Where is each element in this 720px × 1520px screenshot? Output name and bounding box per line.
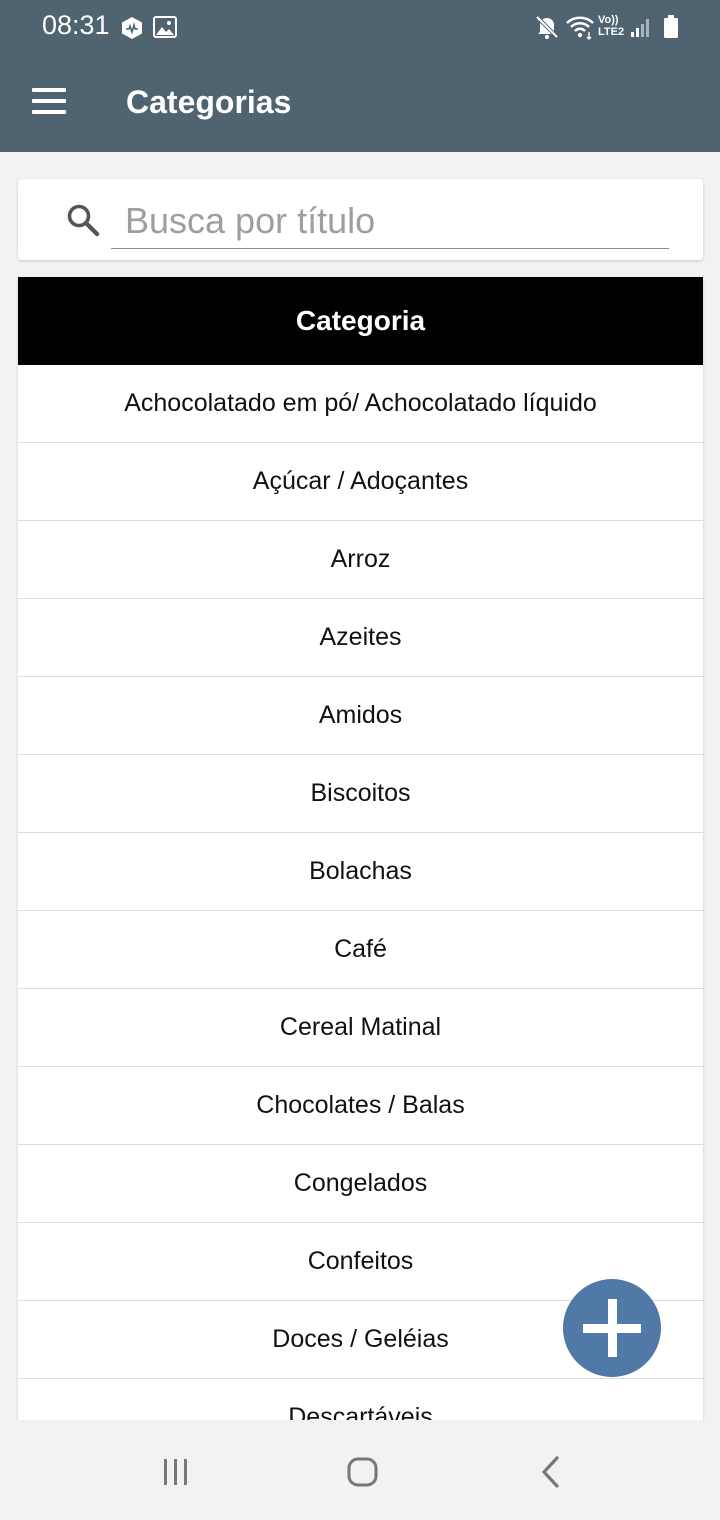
add-category-button[interactable] xyxy=(563,1279,661,1377)
table-row[interactable]: Café xyxy=(18,911,703,989)
table-header-categoria: Categoria xyxy=(18,277,703,365)
page-title: Categorias xyxy=(126,84,292,120)
status-bar: 08:31 Vo)) LTE2 xyxy=(0,0,720,56)
recent-apps-icon[interactable] xyxy=(145,1448,205,1496)
table-row[interactable]: Açúcar / Adoçantes xyxy=(18,443,703,521)
search-card xyxy=(18,179,703,260)
table-row[interactable]: Arroz xyxy=(18,521,703,599)
image-icon xyxy=(153,16,177,38)
category-table: Categoria Achocolatado em pó/ Achocolata… xyxy=(18,277,703,1420)
search-input[interactable] xyxy=(111,193,669,249)
status-time: 08:31 xyxy=(42,10,110,40)
table-row[interactable]: Congelados xyxy=(18,1145,703,1223)
system-nav-bar xyxy=(0,1420,720,1520)
mute-icon xyxy=(535,15,559,39)
table-row[interactable]: Achocolatado em pó/ Achocolatado líquido xyxy=(18,365,703,443)
battery-icon xyxy=(664,15,678,38)
table-row[interactable]: Bolachas xyxy=(18,833,703,911)
table-row[interactable]: Biscoitos xyxy=(18,755,703,833)
table-row[interactable]: Azeites xyxy=(18,599,703,677)
table-row[interactable]: Amidos xyxy=(18,677,703,755)
home-icon[interactable] xyxy=(332,1448,392,1496)
wifi-icon xyxy=(566,16,594,40)
back-icon[interactable] xyxy=(520,1448,580,1496)
table-row[interactable]: Chocolates / Balas xyxy=(18,1067,703,1145)
table-row[interactable]: Cereal Matinal xyxy=(18,989,703,1067)
hexagon-app-icon xyxy=(122,17,142,39)
hamburger-menu-icon[interactable] xyxy=(32,88,68,114)
app-bar: 08:31 Vo)) LTE2 Categorias xyxy=(0,0,720,152)
signal-icon xyxy=(631,19,649,37)
volte-icon: Vo)) LTE2 xyxy=(598,14,625,38)
search-icon xyxy=(67,204,100,237)
table-row[interactable]: Descartáveis xyxy=(18,1379,703,1420)
